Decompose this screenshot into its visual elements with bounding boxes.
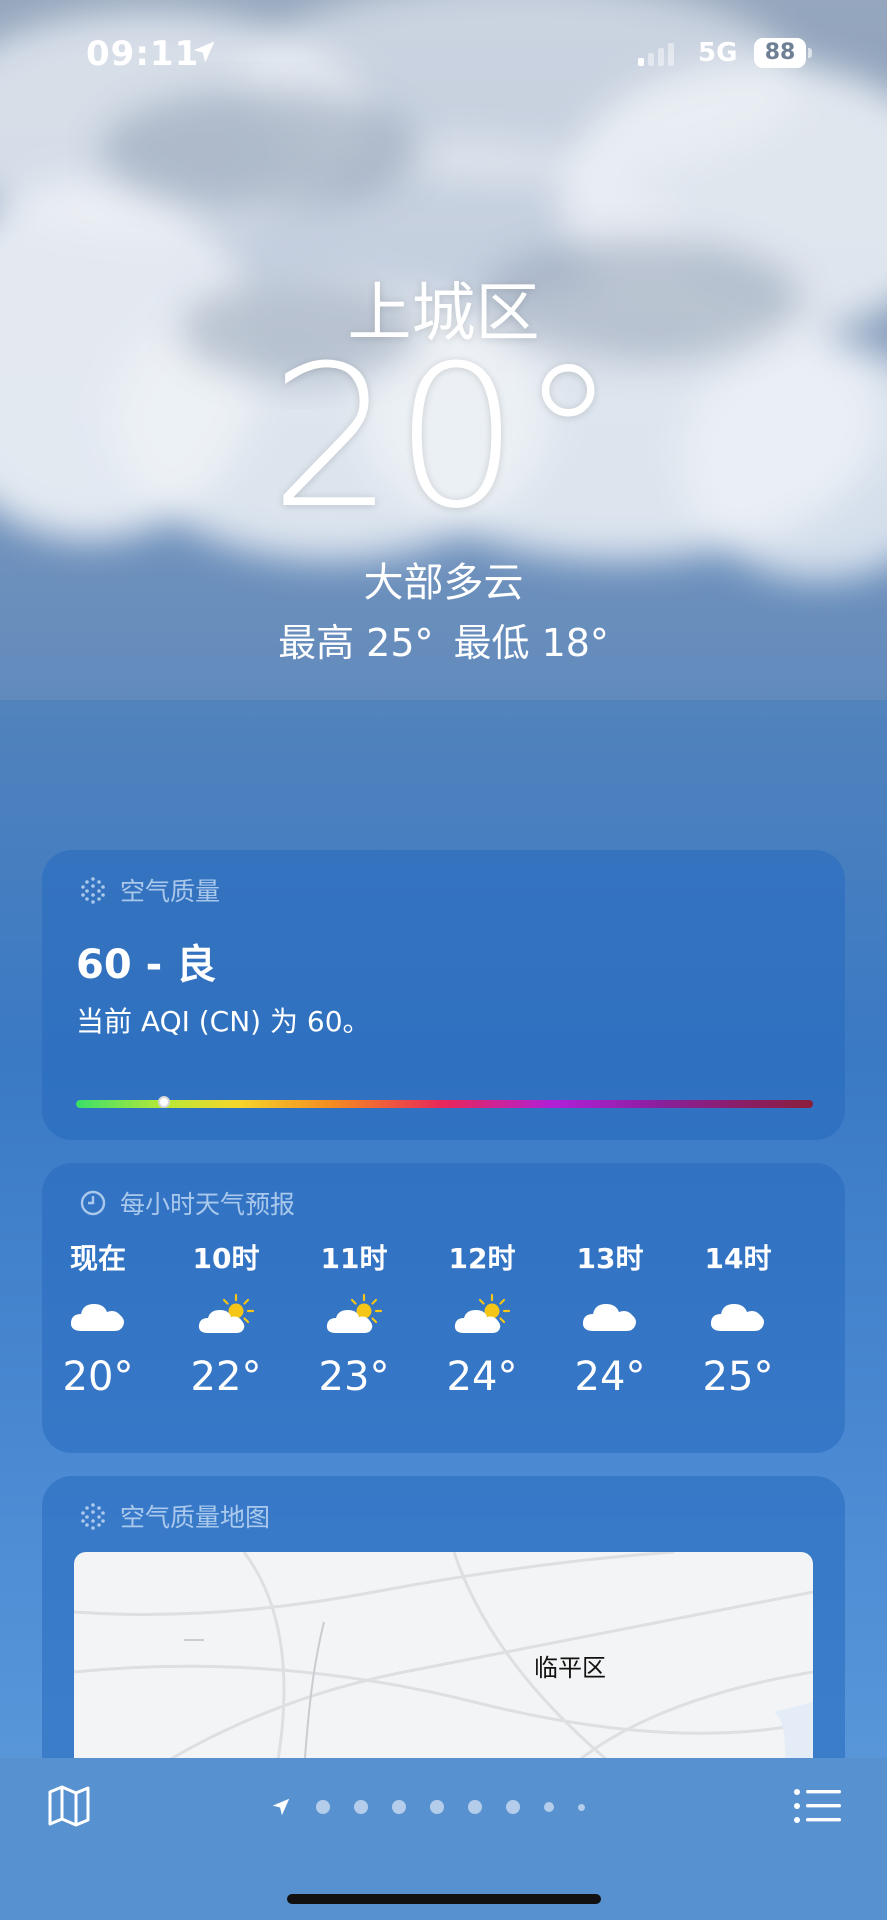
air-quality-icon bbox=[81, 877, 105, 904]
partly-sunny-icon bbox=[304, 1279, 404, 1351]
cloud-icon bbox=[48, 1279, 148, 1351]
hourly-item: 11时 23° bbox=[304, 1239, 404, 1403]
page-dot[interactable] bbox=[392, 1800, 406, 1814]
hour-temp: 24° bbox=[574, 1354, 646, 1400]
page-dot[interactable] bbox=[544, 1802, 554, 1812]
air-quality-map-card[interactable]: 空气质量地图 临平区 bbox=[42, 1476, 845, 1796]
page-dot[interactable] bbox=[468, 1800, 482, 1814]
current-temperature: 20° bbox=[269, 324, 618, 552]
hour-label: 13时 bbox=[576, 1242, 644, 1275]
aqi-map[interactable]: 临平区 bbox=[74, 1552, 813, 1782]
hourly-item: 现在 20° bbox=[48, 1239, 148, 1403]
hour-label: 10时 bbox=[192, 1242, 260, 1275]
partly-sunny-icon bbox=[176, 1279, 276, 1351]
cellular-signal-icon bbox=[638, 42, 674, 66]
battery-level: 88 bbox=[764, 40, 796, 65]
page-dot[interactable] bbox=[430, 1800, 444, 1814]
hour-temp: 22° bbox=[190, 1354, 262, 1400]
hourly-item: 14时 25° bbox=[688, 1239, 788, 1403]
location-arrow-icon bbox=[193, 41, 215, 63]
battery-icon: 88 bbox=[754, 38, 812, 68]
aqi-map-header: 空气质量地图 bbox=[78, 1498, 270, 1534]
hour-temp: 23° bbox=[318, 1354, 390, 1400]
bottom-toolbar bbox=[0, 1758, 887, 1920]
hourly-item: 12时 24° bbox=[432, 1239, 532, 1403]
low-temp: 最低 18° bbox=[453, 621, 609, 665]
hourly-list[interactable]: 现在 20° 10时 22° 11时 23° 12时 24° 13时 24° 14时 25° bbox=[42, 1239, 845, 1419]
map-icon[interactable] bbox=[46, 1782, 92, 1828]
aqi-description: 当前 AQI (CN) 为 60。 bbox=[76, 1005, 371, 1038]
network-type: 5G bbox=[698, 38, 738, 68]
page-dot[interactable] bbox=[578, 1803, 585, 1811]
hour-temp: 20° bbox=[62, 1354, 134, 1400]
page-dot[interactable] bbox=[316, 1800, 330, 1814]
home-indicator bbox=[287, 1894, 601, 1904]
page-indicator[interactable] bbox=[270, 1796, 585, 1818]
high-low: 最高 25° 最低 18° bbox=[0, 612, 887, 667]
hour-temp: 24° bbox=[446, 1354, 518, 1400]
status-time: 09:11 bbox=[86, 34, 200, 74]
air-quality-header: 空气质量 bbox=[78, 872, 220, 908]
page-dot[interactable] bbox=[506, 1800, 520, 1814]
map-roads bbox=[74, 1552, 813, 1782]
hour-label: 现在 bbox=[69, 1242, 126, 1275]
high-temp: 最高 25° bbox=[278, 621, 434, 665]
hourly-forecast-card[interactable]: 每小时天气预报 现在 20° 10时 22° 11时 23° 12时 24° 13时 24° 14时… bbox=[42, 1163, 845, 1453]
aqi-marker bbox=[158, 1096, 171, 1108]
hourly-item: 13时 24° bbox=[560, 1239, 660, 1403]
hourly-header: 每小时天气预报 bbox=[78, 1185, 295, 1221]
status-bar: 09:11 5G 88 bbox=[0, 34, 887, 74]
hourly-item: 10时 22° bbox=[176, 1239, 276, 1403]
air-quality-title: 空气质量 bbox=[120, 877, 221, 906]
page-dot[interactable] bbox=[354, 1800, 368, 1814]
partly-sunny-icon bbox=[432, 1279, 532, 1351]
weather-condition: 大部多云 bbox=[363, 560, 524, 606]
aqi-scale-bar bbox=[76, 1096, 813, 1108]
cloud-icon bbox=[560, 1279, 660, 1351]
hour-temp: 25° bbox=[702, 1354, 774, 1400]
air-quality-card[interactable]: 空气质量 60 - 良 当前 AQI (CN) 为 60。 bbox=[42, 850, 845, 1140]
clock-icon bbox=[80, 1190, 106, 1216]
cloud-icon bbox=[688, 1279, 788, 1351]
hour-label: 12时 bbox=[448, 1242, 516, 1275]
map-place-label: 临平区 bbox=[534, 1654, 606, 1682]
aqi-value: 60 - 良 bbox=[76, 942, 217, 988]
location-arrow-icon[interactable] bbox=[270, 1796, 292, 1818]
air-quality-icon bbox=[81, 1503, 105, 1530]
list-icon[interactable] bbox=[793, 1788, 841, 1824]
hour-label: 14时 bbox=[704, 1242, 772, 1275]
hourly-title: 每小时天气预报 bbox=[120, 1190, 296, 1219]
aqi-map-title: 空气质量地图 bbox=[120, 1503, 271, 1532]
hour-label: 11时 bbox=[320, 1242, 388, 1275]
